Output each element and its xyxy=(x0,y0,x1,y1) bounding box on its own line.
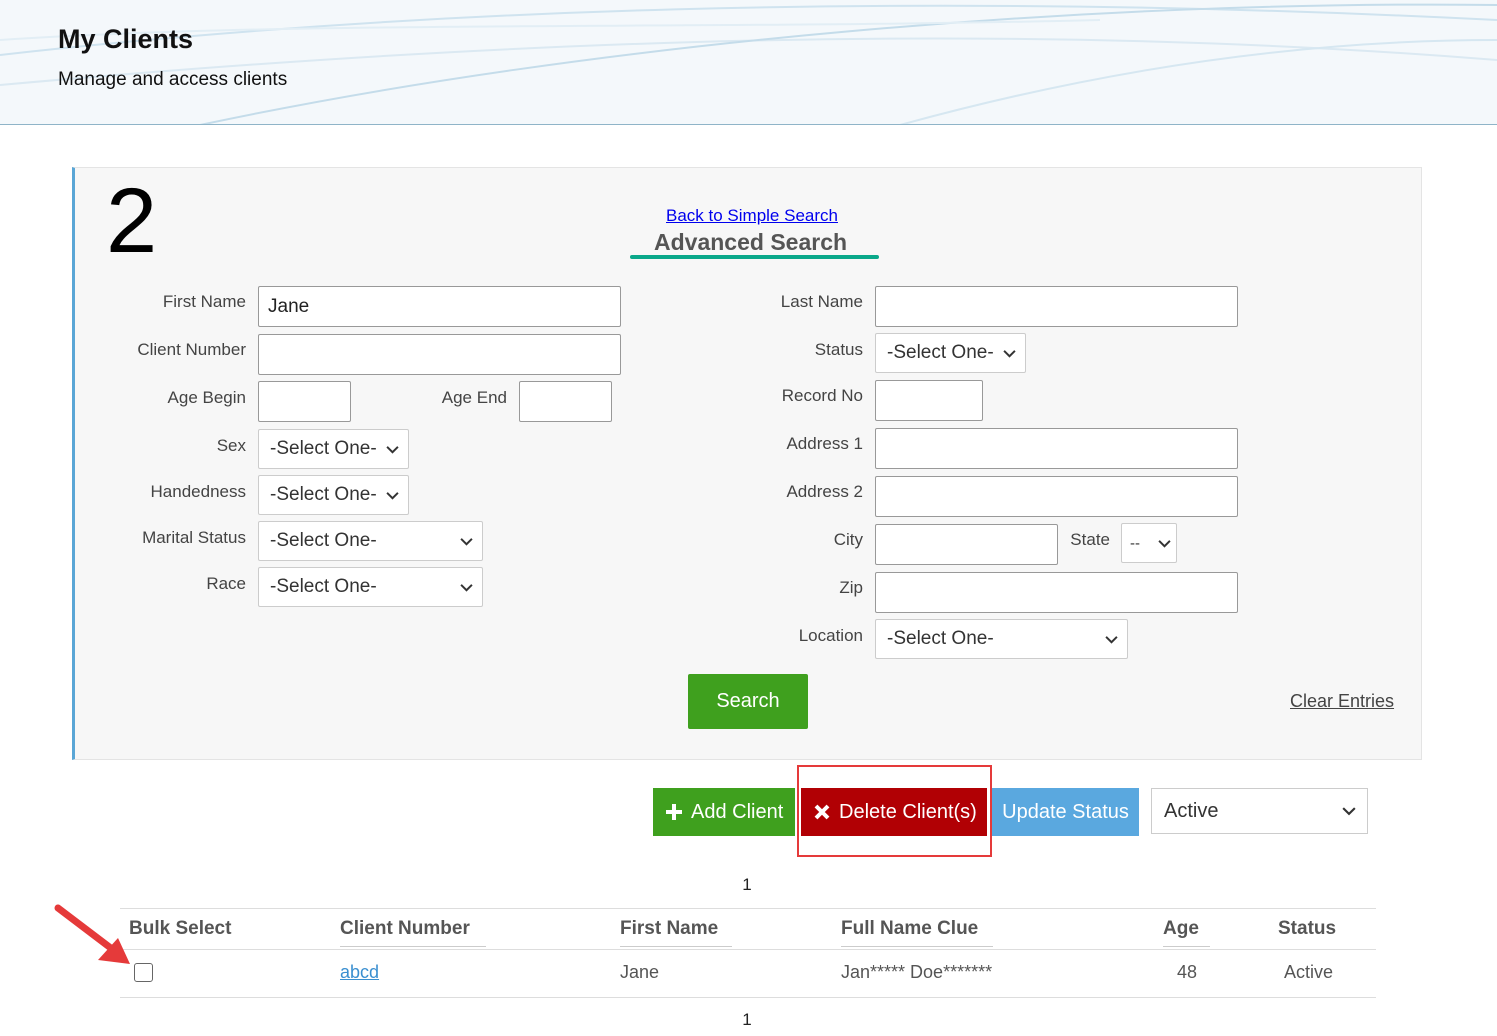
chevron-down-icon xyxy=(386,492,399,500)
first-name-label: First Name xyxy=(162,292,246,311)
chevron-down-icon xyxy=(1003,350,1016,358)
pager-top[interactable]: 1 xyxy=(737,875,757,895)
handedness-label: Handedness xyxy=(150,482,246,501)
last-name-input[interactable] xyxy=(875,286,1238,327)
zip-label: Zip xyxy=(839,578,863,597)
address2-label: Address 2 xyxy=(786,482,863,501)
table-top-border xyxy=(120,908,1376,909)
clear-entries-link[interactable]: Clear Entries xyxy=(1290,691,1394,712)
city-label: City xyxy=(833,530,863,549)
status-select-value: -Select One- xyxy=(887,342,994,363)
annotation-arrow-icon xyxy=(54,904,130,964)
handedness-select[interactable]: -Select One- xyxy=(258,475,409,515)
advanced-search-title: Advanced Search xyxy=(654,229,848,255)
age-cell: 48 xyxy=(1177,962,1198,982)
chevron-down-icon xyxy=(460,584,473,592)
last-name-label: Last Name xyxy=(780,292,863,311)
chevron-down-icon xyxy=(1158,540,1171,548)
zip-input[interactable] xyxy=(875,572,1238,613)
client-number-link[interactable]: abcd xyxy=(340,962,379,982)
col-underline xyxy=(620,946,732,947)
location-select[interactable]: -Select One- xyxy=(875,619,1128,659)
header-wave-decoration xyxy=(0,3,1497,124)
col-underline xyxy=(841,946,993,947)
record-no-label: Record No xyxy=(781,386,863,405)
status-cell: Active xyxy=(1284,962,1334,982)
client-number-cell: abcd xyxy=(340,962,379,983)
update-status-button[interactable]: Update Status xyxy=(992,788,1139,836)
location-label: Location xyxy=(798,626,863,645)
state-select-value: -- xyxy=(1130,535,1140,552)
page-header: My Clients Manage and access clients xyxy=(0,0,1497,125)
col-client-number[interactable]: Client Number xyxy=(340,918,470,940)
race-select[interactable]: -Select One- xyxy=(258,567,483,607)
bulk-status-value: Active xyxy=(1164,800,1219,822)
age-end-input[interactable] xyxy=(519,381,612,422)
first-name-cell: Jane xyxy=(620,962,660,982)
age-begin-label: Age Begin xyxy=(167,388,246,407)
add-client-button[interactable]: Add Client xyxy=(653,788,795,836)
col-status[interactable]: Status xyxy=(1278,918,1336,940)
handedness-select-value: -Select One- xyxy=(270,484,377,505)
location-select-value: -Select One- xyxy=(887,628,994,649)
table-header-divider xyxy=(120,949,1376,950)
col-underline xyxy=(340,946,486,947)
add-client-label: Add Client xyxy=(691,801,784,823)
marital-status-label: Marital Status xyxy=(142,528,246,547)
pager-bottom[interactable]: 1 xyxy=(737,1010,757,1030)
annotation-highlight-box xyxy=(797,765,992,857)
address1-input[interactable] xyxy=(875,428,1238,469)
col-age[interactable]: Age xyxy=(1163,918,1199,940)
col-underline xyxy=(1163,946,1210,947)
chevron-down-icon xyxy=(1342,807,1356,816)
chevron-down-icon xyxy=(386,446,399,454)
record-no-input[interactable] xyxy=(875,380,983,421)
race-label: Race xyxy=(206,574,246,593)
page-subtitle: Manage and access clients xyxy=(58,69,288,90)
sex-label: Sex xyxy=(216,436,246,455)
status-select[interactable]: -Select One- xyxy=(875,333,1026,373)
age-begin-input[interactable] xyxy=(258,381,351,422)
chevron-down-icon xyxy=(460,538,473,546)
marital-status-select[interactable]: -Select One- xyxy=(258,521,483,561)
chevron-down-icon xyxy=(1105,636,1118,644)
client-number-label: Client Number xyxy=(137,340,246,359)
state-label: State xyxy=(1070,530,1110,549)
client-number-input[interactable] xyxy=(258,334,621,375)
title-underline xyxy=(630,255,879,259)
page-title: My Clients xyxy=(58,24,194,54)
marital-status-select-value: -Select One- xyxy=(270,530,377,551)
sex-select-value: -Select One- xyxy=(270,438,377,459)
full-name-clue-cell: Jan***** Doe******* xyxy=(841,962,993,982)
status-label: Status xyxy=(814,340,863,359)
address1-label: Address 1 xyxy=(786,434,863,453)
search-button[interactable]: Search xyxy=(688,674,808,729)
step-number-annotation: 2 xyxy=(106,170,158,272)
race-select-value: -Select One- xyxy=(270,576,377,597)
first-name-input[interactable] xyxy=(258,286,621,327)
sex-select[interactable]: -Select One- xyxy=(258,429,409,469)
state-select[interactable]: -- xyxy=(1121,523,1177,563)
table-bottom-border xyxy=(120,997,1376,998)
city-input[interactable] xyxy=(875,524,1058,565)
col-first-name[interactable]: First Name xyxy=(620,918,718,940)
age-end-label: Age End xyxy=(441,388,507,407)
back-to-simple-search-link[interactable]: Back to Simple Search xyxy=(666,206,838,226)
col-full-name-clue[interactable]: Full Name Clue xyxy=(841,918,978,940)
plus-icon xyxy=(666,804,682,820)
bulk-status-select[interactable]: Active xyxy=(1151,788,1368,834)
address2-input[interactable] xyxy=(875,476,1238,517)
